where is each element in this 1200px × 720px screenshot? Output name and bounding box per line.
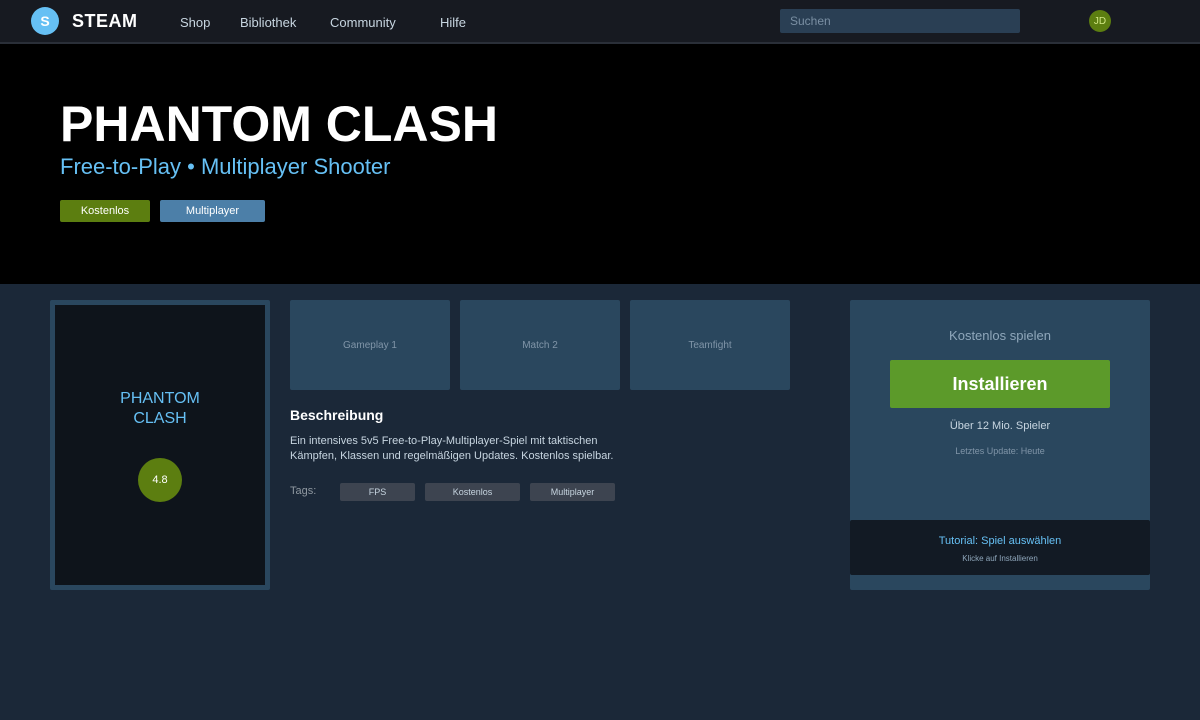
search-input[interactable]: [780, 9, 1020, 33]
cover-title: PHANTOM CLASH: [120, 390, 200, 427]
screenshot-gameplay-1[interactable]: Gameplay 1: [290, 300, 450, 390]
hero-banner: PHANTOM CLASH Free-to-Play • Multiplayer…: [0, 44, 1200, 284]
tutorial-hint: Tutorial: Spiel auswählen Klicke auf Ins…: [850, 520, 1150, 575]
tutorial-subtitle: Klicke auf Installieren: [962, 554, 1038, 563]
screenshot-teamfight[interactable]: Teamfight: [630, 300, 790, 390]
tag-fps[interactable]: FPS: [340, 483, 415, 501]
badge-multiplayer: Multiplayer: [160, 200, 265, 222]
install-button[interactable]: Installieren: [890, 360, 1110, 408]
screenshot-match-2[interactable]: Match 2: [460, 300, 620, 390]
cover-art-inner: PHANTOM CLASH 4.8: [55, 305, 265, 585]
nav-help[interactable]: Hilfe: [440, 15, 466, 30]
tags-label: Tags:: [290, 485, 317, 497]
description-text: Ein intensives 5v5 Free-to-Play-Multipla…: [290, 435, 614, 462]
purchase-panel: Kostenlos spielen Installieren Über 12 M…: [850, 300, 1150, 590]
nav-shop[interactable]: Shop: [180, 15, 210, 30]
badge-free: Kostenlos: [60, 200, 150, 222]
last-update: Letztes Update: Heute: [955, 446, 1045, 456]
tutorial-title: Tutorial: Spiel auswählen: [938, 535, 1062, 547]
top-nav-bar: S STEAM Shop Bibliothek Community Hilfe …: [0, 0, 1200, 44]
nav-library[interactable]: Bibliothek: [240, 15, 296, 30]
tag-kostenlos[interactable]: Kostenlos: [425, 483, 520, 501]
brand-name[interactable]: STEAM: [72, 11, 138, 32]
steam-logo-icon[interactable]: S: [31, 7, 59, 35]
game-title: PHANTOM CLASH: [60, 96, 498, 152]
tag-multiplayer[interactable]: Multiplayer: [530, 483, 615, 501]
player-count: Über 12 Mio. Spieler: [949, 420, 1051, 432]
cover-art: PHANTOM CLASH 4.8: [50, 300, 270, 590]
nav-community[interactable]: Community: [330, 15, 396, 30]
description-heading: Beschreibung: [290, 407, 384, 423]
free-to-play-label: Kostenlos spielen: [949, 328, 1051, 343]
rating-badge: 4.8: [138, 458, 182, 502]
user-avatar[interactable]: JD: [1089, 10, 1111, 32]
game-subtitle: Free-to-Play • Multiplayer Shooter: [60, 154, 391, 179]
